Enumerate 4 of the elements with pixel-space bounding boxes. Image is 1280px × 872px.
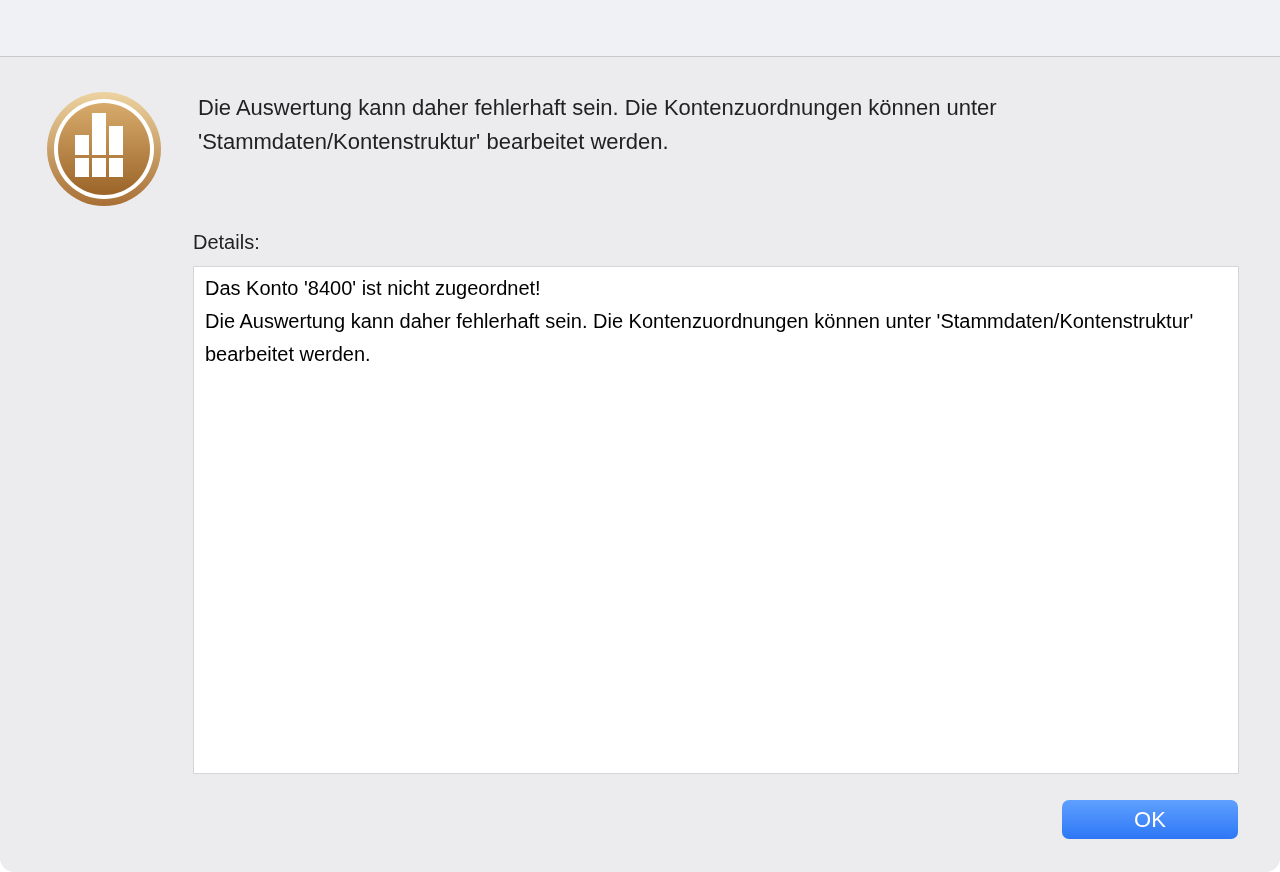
details-label: Details: bbox=[193, 231, 261, 254]
alert-message: Die Auswertung kann daher fehlerhaft sein. Die Kontenzuordnungen können unter 'Stammdaten/Kontenstruktur' bearbeitet werden. bbox=[198, 94, 998, 156]
details-text-area[interactable]: Das Konto '8400' ist nicht zugeordnet! Die Auswertung kann daher fehlerhaft sein. Die Kontenzuordnungen können unter 'Stammdaten/Kontenstruktur' bearbeitet werden. bbox=[193, 266, 1239, 774]
bar-chart-app-icon bbox=[46, 91, 162, 207]
